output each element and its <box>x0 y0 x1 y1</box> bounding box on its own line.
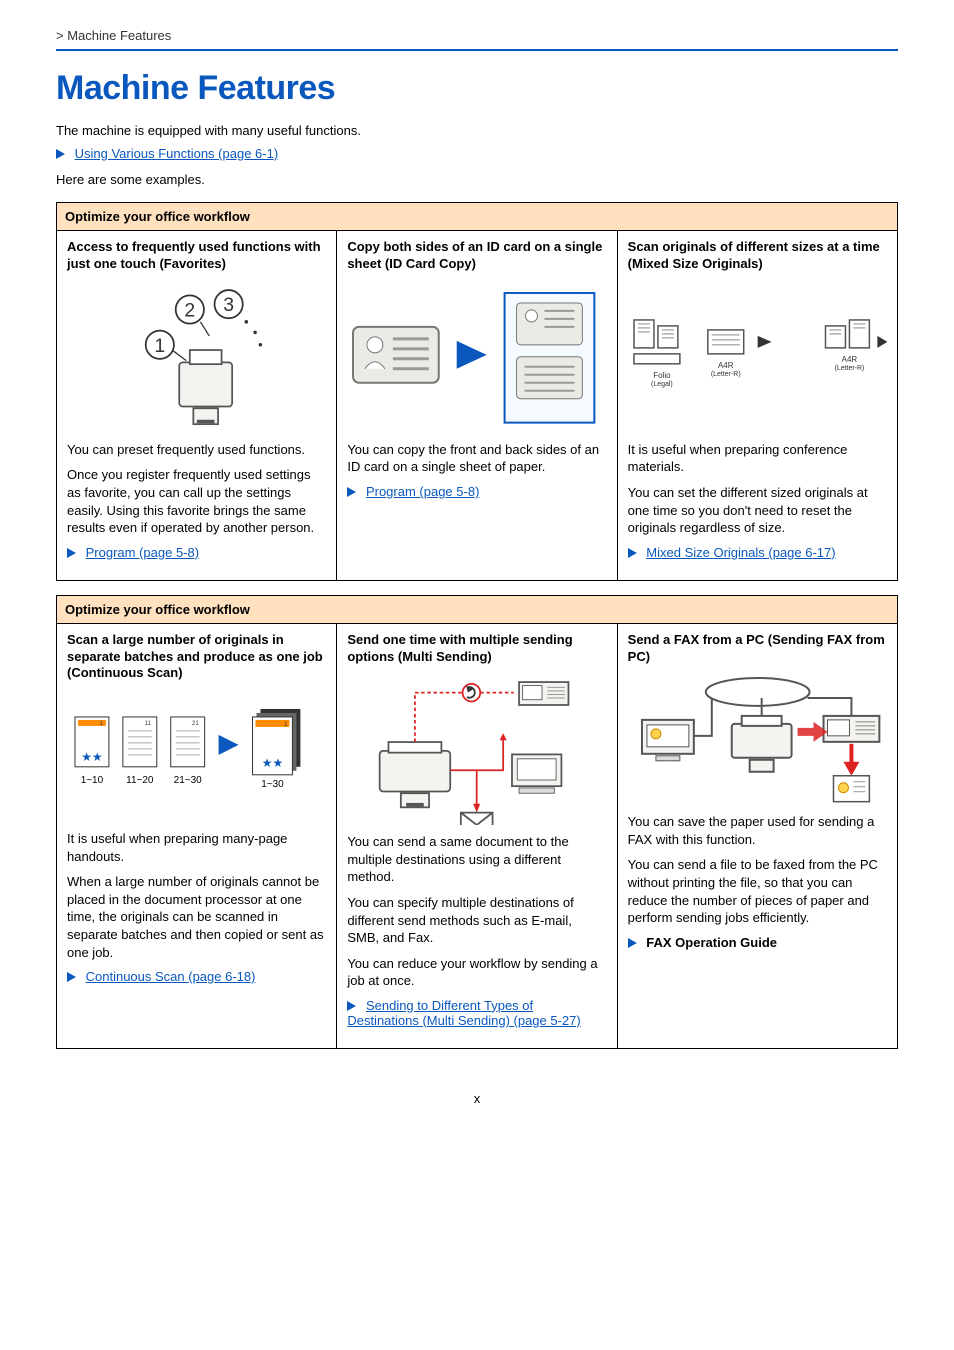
svg-text:(Letter-R): (Letter-R) <box>834 365 864 372</box>
feature-continuous-scan: Scan a large number of originals in sepa… <box>57 623 337 1048</box>
mixed-size-icon: Folio (Legal) A4R (Letter-R) <box>628 298 887 418</box>
feature-desc: You can save the paper used for sending … <box>628 813 887 949</box>
feature-box-1-header: Optimize your office workflow <box>57 203 898 231</box>
desc-p1: You can save the paper used for sending … <box>628 813 887 848</box>
feature-title: Scan a large number of originals in sepa… <box>67 632 326 683</box>
arrow-right-icon <box>347 487 356 497</box>
link-program-2[interactable]: Program (page 5-8) <box>366 484 479 499</box>
intro-text-1: The machine is equipped with many useful… <box>56 122 898 140</box>
svg-text:3: 3 <box>223 294 234 316</box>
id-card-copy-icon <box>347 283 606 433</box>
content-rule <box>56 49 898 51</box>
arrow-right-icon <box>628 548 637 558</box>
link-program-1[interactable]: Program (page 5-8) <box>86 545 199 560</box>
id-card-illustration <box>347 283 606 433</box>
mixed-size-illustration: Folio (Legal) A4R (Letter-R) <box>628 283 887 433</box>
feature-title: Copy both sides of an ID card on a singl… <box>347 239 606 273</box>
top-crossref: Using Various Functions (page 6-1) <box>56 146 898 161</box>
svg-text:1: 1 <box>154 335 165 357</box>
arrow-right-icon <box>56 149 65 159</box>
desc-p1: It is useful when preparing many-page ha… <box>67 830 326 865</box>
svg-text:(Legal): (Legal) <box>651 381 673 388</box>
feature-multi-sending: Send one time with multiple sending opti… <box>337 623 617 1048</box>
svg-text:1~10: 1~10 <box>81 775 104 786</box>
desc-p2: When a large number of originals cannot … <box>67 873 326 961</box>
feature-box-1: Optimize your office workflow Access to … <box>56 202 898 581</box>
continuous-scan-icon: 1 ★★ 11 21 <box>67 697 326 817</box>
desc-p1: You can preset frequently used functions… <box>67 441 326 459</box>
svg-text:1~30: 1~30 <box>261 779 284 790</box>
feature-fax-from-pc: Send a FAX from a PC (Sending FAX from P… <box>617 623 897 1048</box>
feature-title: Access to frequently used functions with… <box>67 239 326 273</box>
breadcrumb: > Machine Features <box>56 28 898 43</box>
feature-desc: It is useful when preparing many-page ha… <box>67 830 326 984</box>
svg-text:★★: ★★ <box>81 750 102 764</box>
desc-p2: You can send a file to be faxed from the… <box>628 856 887 926</box>
svg-text:Folio: Folio <box>653 371 671 380</box>
feature-title: Send a FAX from a PC (Sending FAX from P… <box>628 632 887 666</box>
page-container: > Machine Features Machine Features The … <box>0 0 954 1146</box>
feature-mixed-size: Scan originals of different sizes at a t… <box>617 231 897 581</box>
feature-desc: You can copy the front and back sides of… <box>347 441 606 499</box>
feature-box-2-header: Optimize your office workflow <box>57 595 898 623</box>
desc-p1: You can copy the front and back sides of… <box>347 441 606 476</box>
feature-desc: You can send a same document to the mult… <box>347 833 606 1027</box>
fax-pc-illustration <box>628 675 887 805</box>
feature-title: Send one time with multiple sending opti… <box>347 632 606 666</box>
multi-sending-illustration <box>347 675 606 825</box>
fax-guide-ref: FAX Operation Guide <box>646 935 777 950</box>
feature-id-card-copy: Copy both sides of an ID card on a singl… <box>337 231 617 581</box>
arrow-right-icon <box>67 972 76 982</box>
favorites-illustration: 1 2 3 <box>67 283 326 433</box>
link-mixed-size[interactable]: Mixed Size Originals (page 6-17) <box>646 545 835 560</box>
feature-title: Scan originals of different sizes at a t… <box>628 239 887 273</box>
arrow-right-icon <box>67 548 76 558</box>
desc-p2: You can set the different sized original… <box>628 484 887 537</box>
svg-text:2: 2 <box>184 299 195 321</box>
link-using-various-functions[interactable]: Using Various Functions (page 6-1) <box>75 146 279 161</box>
desc-p1: It is useful when preparing conference m… <box>628 441 887 476</box>
svg-text:A4R: A4R <box>841 355 857 364</box>
svg-text:★★: ★★ <box>262 756 283 770</box>
continuous-scan-illustration: 1 ★★ 11 21 <box>67 692 326 822</box>
page-title: Machine Features <box>56 69 898 108</box>
svg-text:11: 11 <box>145 721 152 727</box>
feature-box-2: Optimize your office workflow Scan a lar… <box>56 595 898 1049</box>
svg-text:11~20: 11~20 <box>126 775 154 786</box>
page-number: x <box>56 1091 898 1106</box>
feature-desc: You can preset frequently used functions… <box>67 441 326 560</box>
feature-desc: It is useful when preparing conference m… <box>628 441 887 560</box>
link-continuous-scan[interactable]: Continuous Scan (page 6-18) <box>86 969 256 984</box>
arrow-right-icon <box>628 938 637 948</box>
fax-from-pc-icon <box>628 676 887 806</box>
svg-text:21: 21 <box>192 721 199 727</box>
desc-p1: You can send a same document to the mult… <box>347 833 606 886</box>
multi-sending-icon <box>362 675 591 825</box>
arrow-right-icon <box>347 1001 356 1011</box>
svg-text:(Letter-R): (Letter-R) <box>710 371 740 378</box>
feature-favorites: Access to frequently used functions with… <box>57 231 337 581</box>
favorites-icon: 1 2 3 <box>91 283 303 433</box>
svg-text:21~30: 21~30 <box>174 775 202 786</box>
svg-text:A4R: A4R <box>718 361 734 370</box>
desc-p2: Once you register frequently used settin… <box>67 466 326 536</box>
desc-p2: You can specify multiple destinations of… <box>347 894 606 947</box>
intro-text-2: Here are some examples. <box>56 171 898 189</box>
link-multi-sending[interactable]: Sending to Different Types of Destinatio… <box>347 998 580 1028</box>
desc-p3: You can reduce your workflow by sending … <box>347 955 606 990</box>
